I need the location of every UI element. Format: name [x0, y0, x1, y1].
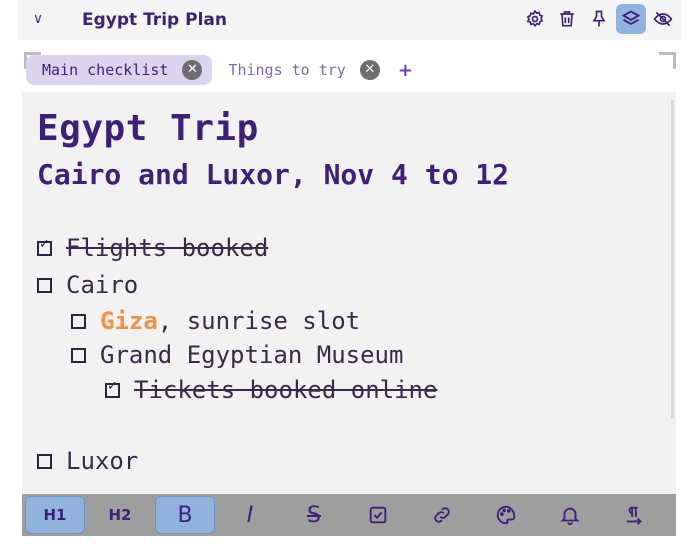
heading-1: Egypt Trip	[37, 108, 259, 149]
eye-off-icon[interactable]	[648, 4, 678, 34]
palette-icon	[496, 505, 516, 525]
checklist-item: Luxor	[37, 445, 138, 477]
heading-2: Cairo and Luxor, Nov 4 to 12	[37, 158, 510, 191]
checkbox[interactable]	[37, 453, 52, 469]
layers-icon[interactable]	[616, 4, 646, 34]
close-icon[interactable]: ✕	[359, 60, 380, 80]
close-icon[interactable]: ✕	[182, 60, 203, 80]
heading-2-label: H2	[108, 506, 132, 524]
tab-label: Main checklist	[42, 61, 169, 79]
checkbox-checked[interactable]	[105, 379, 120, 398]
tab-label: Things to try	[228, 61, 346, 79]
link-button[interactable]	[413, 497, 471, 533]
highlighted-text: Giza	[100, 307, 158, 335]
strikethrough-label: S	[307, 502, 321, 528]
checklist-item: Flights booked	[37, 232, 268, 264]
checkbox[interactable]	[71, 313, 86, 329]
note-title[interactable]: Egypt Trip Plan	[82, 8, 227, 32]
item-text: Luxor	[66, 447, 139, 475]
header-actions	[520, 4, 678, 34]
checklist-item: Tickets booked online	[105, 374, 437, 406]
formatting-toolbar: H1 H2 B I S	[22, 494, 676, 536]
checkbox[interactable]	[71, 347, 86, 363]
link-icon	[434, 507, 450, 523]
paragraph-direction-button[interactable]	[605, 497, 663, 533]
reminder-button[interactable]	[541, 497, 599, 533]
note-editor[interactable]: Egypt Trip Cairo and Luxor, Nov 4 to 12 …	[22, 92, 676, 496]
heading-2-button[interactable]: H2	[91, 497, 149, 533]
paragraph-icon	[626, 506, 642, 525]
chevron-down-icon[interactable]: ∨	[28, 7, 48, 31]
gear-icon[interactable]	[520, 4, 550, 34]
color-button[interactable]	[477, 497, 535, 533]
checklist-item: Grand Egyptian Museum	[71, 339, 403, 371]
bold-button[interactable]: B	[155, 496, 215, 534]
heading-1-button[interactable]: H1	[25, 496, 85, 534]
strikethrough-button[interactable]: S	[285, 497, 343, 533]
scrollbar[interactable]	[671, 100, 674, 418]
tab-main-checklist[interactable]: Main checklist ✕	[26, 55, 213, 85]
heading-1-label: H1	[43, 506, 67, 524]
item-text: Flights booked	[66, 234, 269, 262]
add-tab-button[interactable]: +	[398, 60, 413, 81]
checkbox-icon	[369, 506, 387, 524]
italic-label: I	[246, 502, 254, 528]
tab-things-to-try[interactable]: Things to try ✕	[212, 55, 389, 85]
checkbox-checked[interactable]	[37, 237, 52, 256]
checkbox-button[interactable]	[349, 497, 407, 533]
item-text: Cairo	[66, 271, 139, 299]
bold-label: B	[177, 502, 193, 528]
bell-icon	[560, 507, 580, 526]
item-text: , sunrise slot	[157, 307, 361, 335]
tab-bar: Main checklist ✕ Things to try ✕ +	[26, 54, 413, 86]
trash-icon[interactable]	[552, 4, 582, 34]
item-text: Grand Egyptian Museum	[100, 341, 404, 369]
checklist-item: Cairo	[37, 269, 138, 301]
checkbox[interactable]	[37, 277, 52, 293]
pin-icon[interactable]	[584, 4, 614, 34]
item-text: Tickets booked online	[134, 376, 438, 404]
note-header: ∨ Egypt Trip Plan	[18, 0, 682, 40]
corner-bracket-right	[659, 52, 676, 69]
italic-button[interactable]: I	[221, 497, 279, 533]
checklist-item: Giza, sunrise slot	[71, 305, 360, 337]
